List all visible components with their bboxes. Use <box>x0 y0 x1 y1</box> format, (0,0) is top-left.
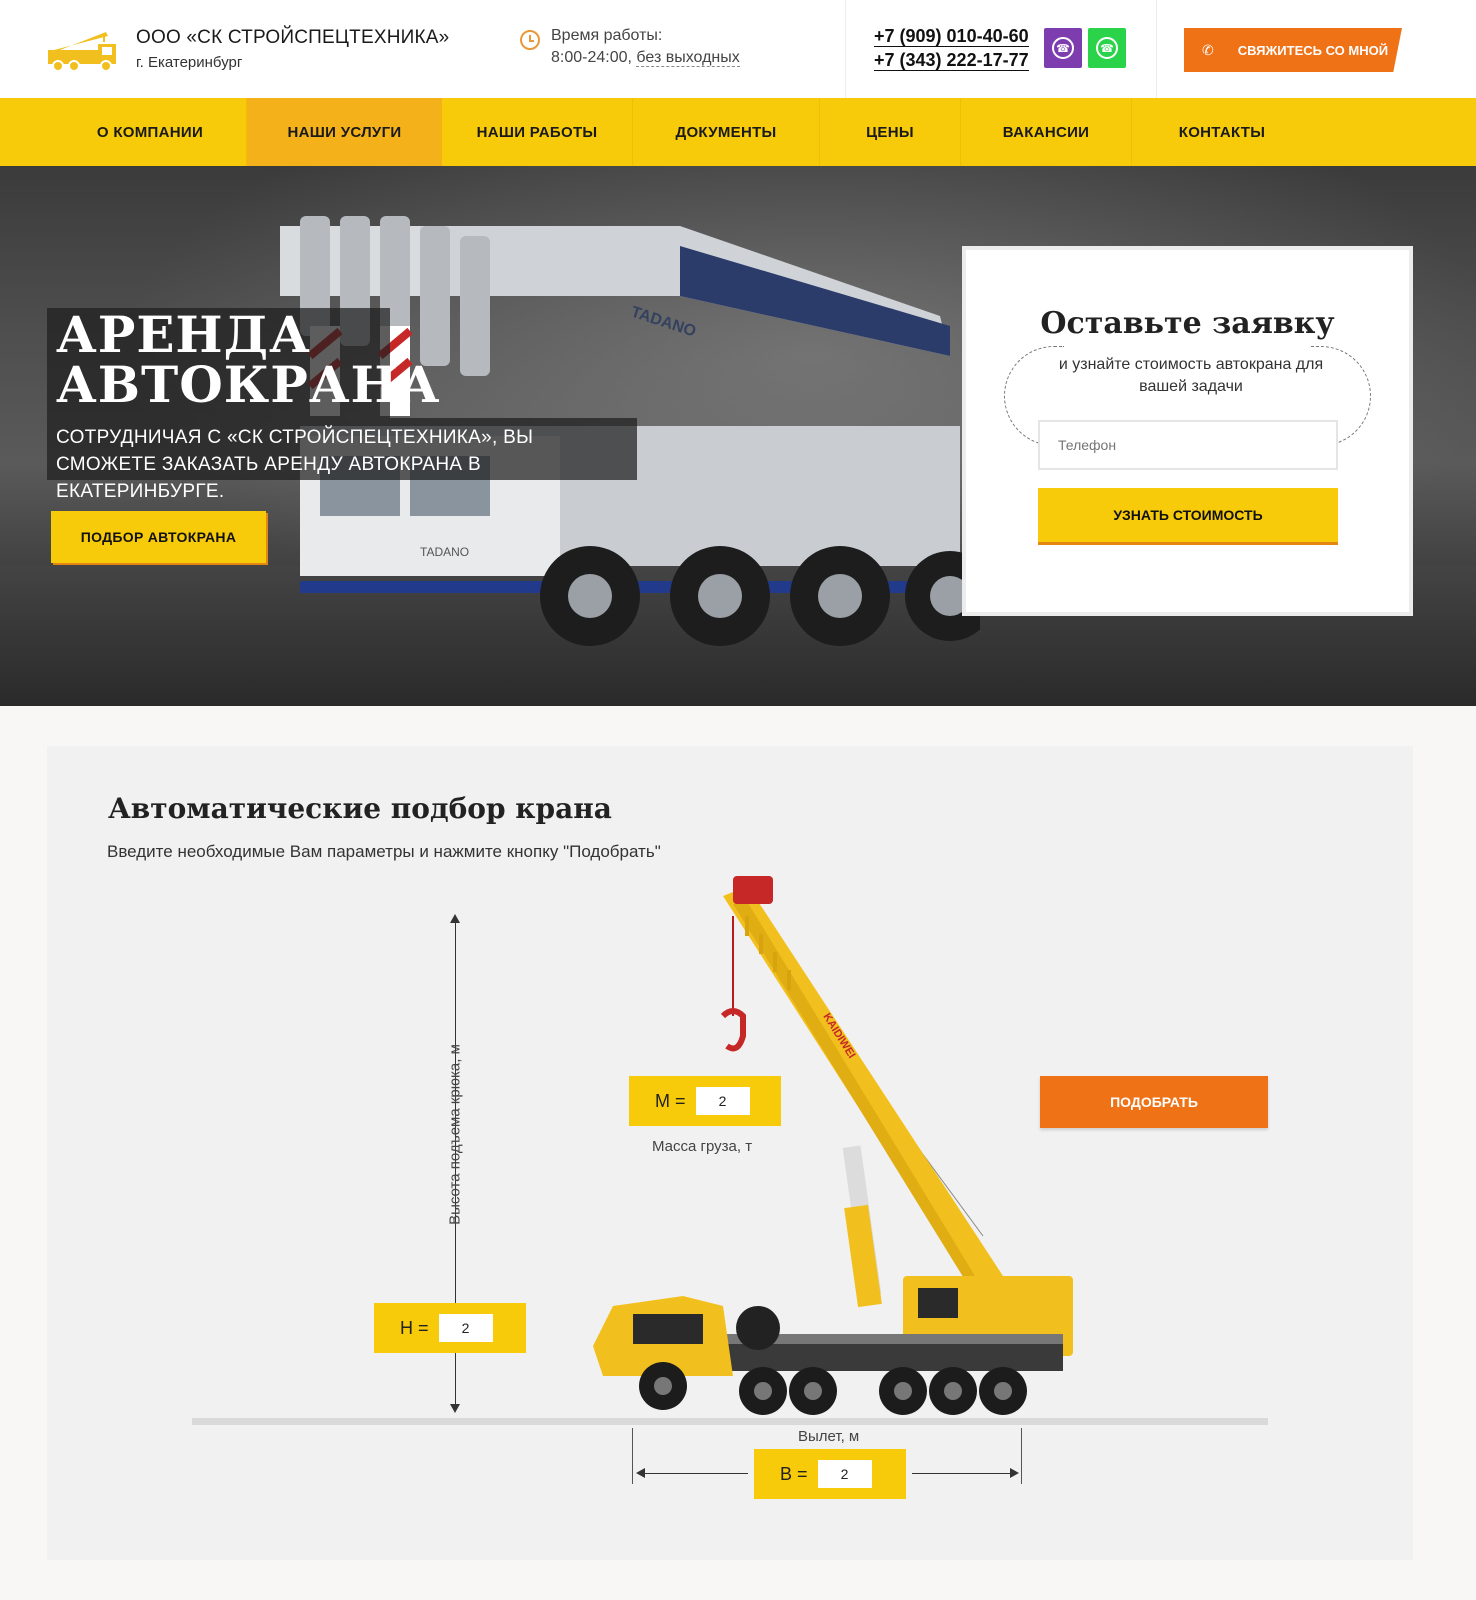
reach-param-label: B = <box>780 1463 808 1484</box>
request-form-title: Оставьте заявку <box>1040 306 1335 341</box>
hero-title-line-2: АВТОКРАНА <box>56 355 441 414</box>
working-hours-label: Время работы: <box>551 27 663 44</box>
reach-input[interactable]: 2 <box>817 1460 872 1488</box>
company-city: г. Екатеринбург <box>136 54 243 71</box>
phone-icon: ✆ <box>1202 41 1214 58</box>
reach-label: Вылет, м <box>798 1428 860 1445</box>
nav-item-vacancies[interactable]: ВАКАНСИИ <box>961 98 1131 166</box>
height-axis-label: Высота подъема крюка, м <box>446 1044 464 1225</box>
selector-subtitle: Введите необходимые Вам параметры и нажм… <box>107 842 661 861</box>
callback-button-label: СВЯЖИТЕСЬ СО МНОЙ <box>1237 42 1389 58</box>
hero-title-line-1: АРЕНДА <box>56 305 311 364</box>
height-param-label: H = <box>400 1317 429 1338</box>
main-nav: О КОМПАНИИ НАШИ УСЛУГИ НАШИ РАБОТЫ ДОКУМ… <box>0 98 1476 166</box>
selector-title: Автоматические подбор крана <box>108 792 612 825</box>
reach-param: B = 2 <box>754 1449 906 1499</box>
mass-param: M = 2 <box>629 1076 781 1126</box>
clock-icon <box>520 30 540 50</box>
header-divider <box>845 0 846 98</box>
site-header: ООО «СК СТРОЙСПЕЦТЕХНИКА» г. Екатеринбур… <box>0 0 1476 98</box>
phone-link-2[interactable]: +7 (343) 222-17-77 <box>874 50 1029 71</box>
height-input[interactable]: 2 <box>438 1314 493 1342</box>
truck-logo-icon[interactable] <box>46 28 120 72</box>
header-divider <box>1156 0 1157 98</box>
height-param: H = 2 <box>374 1303 526 1353</box>
svg-text:TADANO: TADANO <box>420 545 469 559</box>
arrow-right-icon <box>1010 1468 1019 1478</box>
reach-line-left <box>644 1473 748 1474</box>
request-form-subtitle: и узнайте стоимость автокрана для вашей … <box>1058 356 1324 395</box>
nav-item-contacts[interactable]: КОНТАКТЫ <box>1132 98 1312 166</box>
viber-icon[interactable]: ☎ <box>1044 28 1082 68</box>
crane-selector-section: Автоматические подбор крана Введите необ… <box>47 746 1413 1560</box>
request-form: Оставьте заявку и узнайте стоимость авто… <box>962 246 1413 616</box>
nav-item-prices[interactable]: ЦЕНЫ <box>820 98 960 166</box>
reach-line-right <box>912 1473 1012 1474</box>
working-hours-days: без выходных <box>636 49 740 67</box>
get-price-button[interactable]: УЗНАТЬ СТОИМОСТЬ <box>1038 488 1338 542</box>
nav-item-works[interactable]: НАШИ РАБОТЫ <box>442 98 632 166</box>
crane-selection-button[interactable]: ПОДБОР АВТОКРАНА <box>51 511 266 563</box>
hero-subtitle: СОТРУДНИЧАЯ С «СК СТРОЙСПЕЦТЕХНИКА», ВЫ … <box>56 427 534 502</box>
hero-banner: TADANO TADANO АРЕНДА АВТОКРАНА СОТРУДНИЧ… <box>0 166 1476 706</box>
crane-brand-text: TADANO <box>629 304 698 341</box>
hero-title: АРЕНДА АВТОКРАНА <box>56 310 441 410</box>
whatsapp-icon[interactable]: ☎ <box>1088 28 1126 68</box>
arrow-up-icon <box>450 914 460 923</box>
phone-input[interactable] <box>1038 420 1338 470</box>
phone-link-1[interactable]: +7 (909) 010-40-60 <box>874 26 1029 47</box>
mass-label: Масса груза, т <box>652 1138 753 1155</box>
arrow-down-icon <box>450 1404 460 1413</box>
arrow-left-icon <box>636 1468 645 1478</box>
working-hours-value: 8:00-24:00, без выходных <box>551 49 740 67</box>
nav-item-about[interactable]: О КОМПАНИИ <box>55 98 245 166</box>
reach-tick-left <box>632 1428 633 1484</box>
callback-button[interactable]: ✆ СВЯЖИТЕСЬ СО МНОЙ <box>1184 28 1402 72</box>
reach-tick-right <box>1021 1428 1022 1484</box>
mass-param-label: M = <box>655 1090 686 1111</box>
nav-item-documents[interactable]: ДОКУМЕНТЫ <box>633 98 819 166</box>
working-hours-time: 8:00-24:00, <box>551 49 632 66</box>
ground-line <box>192 1418 1268 1425</box>
pick-crane-button[interactable]: ПОДОБРАТЬ <box>1040 1076 1268 1128</box>
company-name: ООО «СК СТРОЙСПЕЦТЕХНИКА» <box>136 27 450 48</box>
nav-item-services[interactable]: НАШИ УСЛУГИ <box>247 98 442 166</box>
mass-input[interactable]: 2 <box>695 1087 750 1115</box>
